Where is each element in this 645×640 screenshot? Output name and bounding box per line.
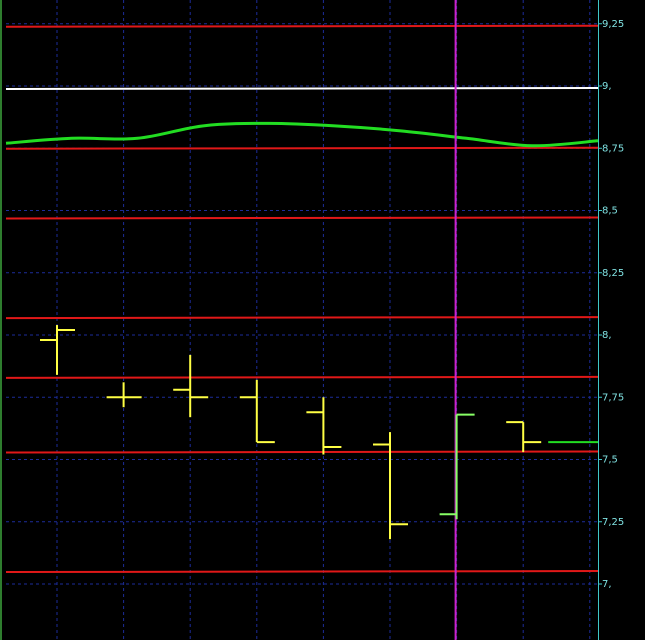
y-tick-label: 9, — [602, 81, 612, 92]
y-tick-label: 8, — [602, 330, 612, 341]
y-tick-label: 9,25 — [602, 19, 624, 30]
level-line — [5, 375, 599, 379]
level-line — [5, 316, 599, 320]
y-tick-label: 7, — [602, 579, 612, 590]
y-tick-label: 8,25 — [602, 268, 624, 279]
y-tick-label: 7,75 — [602, 392, 624, 403]
chart: 9,25 9, 8,75 8,5 8,25 8, 7,75 7,5 7,25 7, — [0, 0, 645, 640]
level-line — [5, 146, 599, 150]
level-line — [5, 86, 599, 90]
y-tick-label: 8,75 — [602, 143, 624, 154]
y-tick-label: 7,25 — [602, 517, 624, 528]
level-line — [5, 24, 599, 28]
level-line — [5, 450, 599, 454]
plot-background — [0, 0, 645, 640]
y-tick-label: 8,5 — [602, 206, 618, 217]
level-line — [5, 570, 599, 574]
level-line — [5, 216, 599, 220]
y-tick-label: 7,5 — [602, 455, 618, 466]
